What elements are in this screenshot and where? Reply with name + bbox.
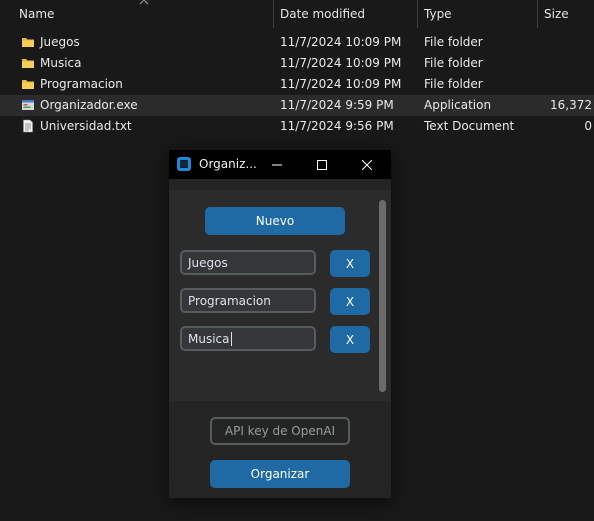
file-name: Organizador.exe [40,98,138,112]
file-row[interactable]: Musica 11/7/2024 10:09 PM File folder [0,53,594,74]
file-name: Universidad.txt [40,119,132,133]
file-date: 11/7/2024 10:09 PM [280,77,402,91]
maximize-button[interactable] [300,150,344,179]
file-type: File folder [424,56,483,70]
close-icon [362,159,372,170]
file-date: 11/7/2024 10:09 PM [280,35,402,49]
file-type: File folder [424,77,483,91]
folder-icon [22,80,34,89]
file-date: 11/7/2024 9:59 PM [280,98,394,112]
sort-ascending-icon [139,0,149,5]
folder-name-input[interactable]: Juegos [180,250,316,275]
file-size: 0 [584,119,592,133]
file-row[interactable]: Organizador.exe 11/7/2024 9:59 PM Applic… [0,95,594,116]
column-divider[interactable] [273,0,274,28]
file-date: 11/7/2024 10:09 PM [280,56,402,70]
maximize-icon [317,159,327,170]
column-header-date-modified[interactable]: Date modified [280,7,365,21]
folder-name-input[interactable]: Musica [180,326,316,351]
file-type: Text Document [424,119,515,133]
folder-icon [22,38,34,47]
remove-folder-button[interactable]: X [330,288,370,315]
window-titlebar[interactable]: Organiz... [169,150,391,179]
column-divider[interactable] [537,0,538,28]
column-header-type[interactable]: Type [424,7,452,21]
file-type: Application [424,98,492,112]
close-button[interactable] [345,150,389,179]
text-file-icon [23,119,33,133]
folder-name-input[interactable]: Programacion [180,288,316,313]
file-size: 16,372 [550,98,592,112]
api-key-button[interactable]: API key de OpenAI [210,417,350,445]
remove-folder-button[interactable]: X [330,326,370,353]
column-header-bar: Name Date modified Type Size [0,0,594,28]
nuevo-button[interactable]: Nuevo [205,207,345,235]
file-name: Juegos [40,35,80,49]
scrollbar[interactable] [379,200,386,392]
file-type: File folder [424,35,483,49]
file-name: Musica [40,56,82,70]
application-icon [22,100,34,110]
file-name: Programacion [40,77,123,91]
file-row[interactable]: Programacion 11/7/2024 10:09 PM File fol… [0,74,594,95]
text-cursor [230,332,232,346]
column-header-name[interactable]: Name [19,7,54,21]
folder-icon [22,59,34,68]
file-row[interactable]: Universidad.txt 11/7/2024 9:56 PM Text D… [0,116,594,137]
organizar-button[interactable]: Organizar [210,460,350,488]
minimize-icon [272,164,282,165]
column-divider[interactable] [417,0,418,28]
window-title: Organiz... [199,157,257,171]
remove-folder-button[interactable]: X [330,250,370,277]
file-row[interactable]: Juegos 11/7/2024 10:09 PM File folder [0,32,594,53]
app-icon [177,157,191,171]
folder-name-value: Musica [188,332,230,346]
organizador-window: Organiz... Nuevo Juegos X Programacion X… [169,150,391,498]
file-date: 11/7/2024 9:56 PM [280,119,394,133]
column-header-size[interactable]: Size [544,7,569,21]
minimize-button[interactable] [255,150,299,179]
